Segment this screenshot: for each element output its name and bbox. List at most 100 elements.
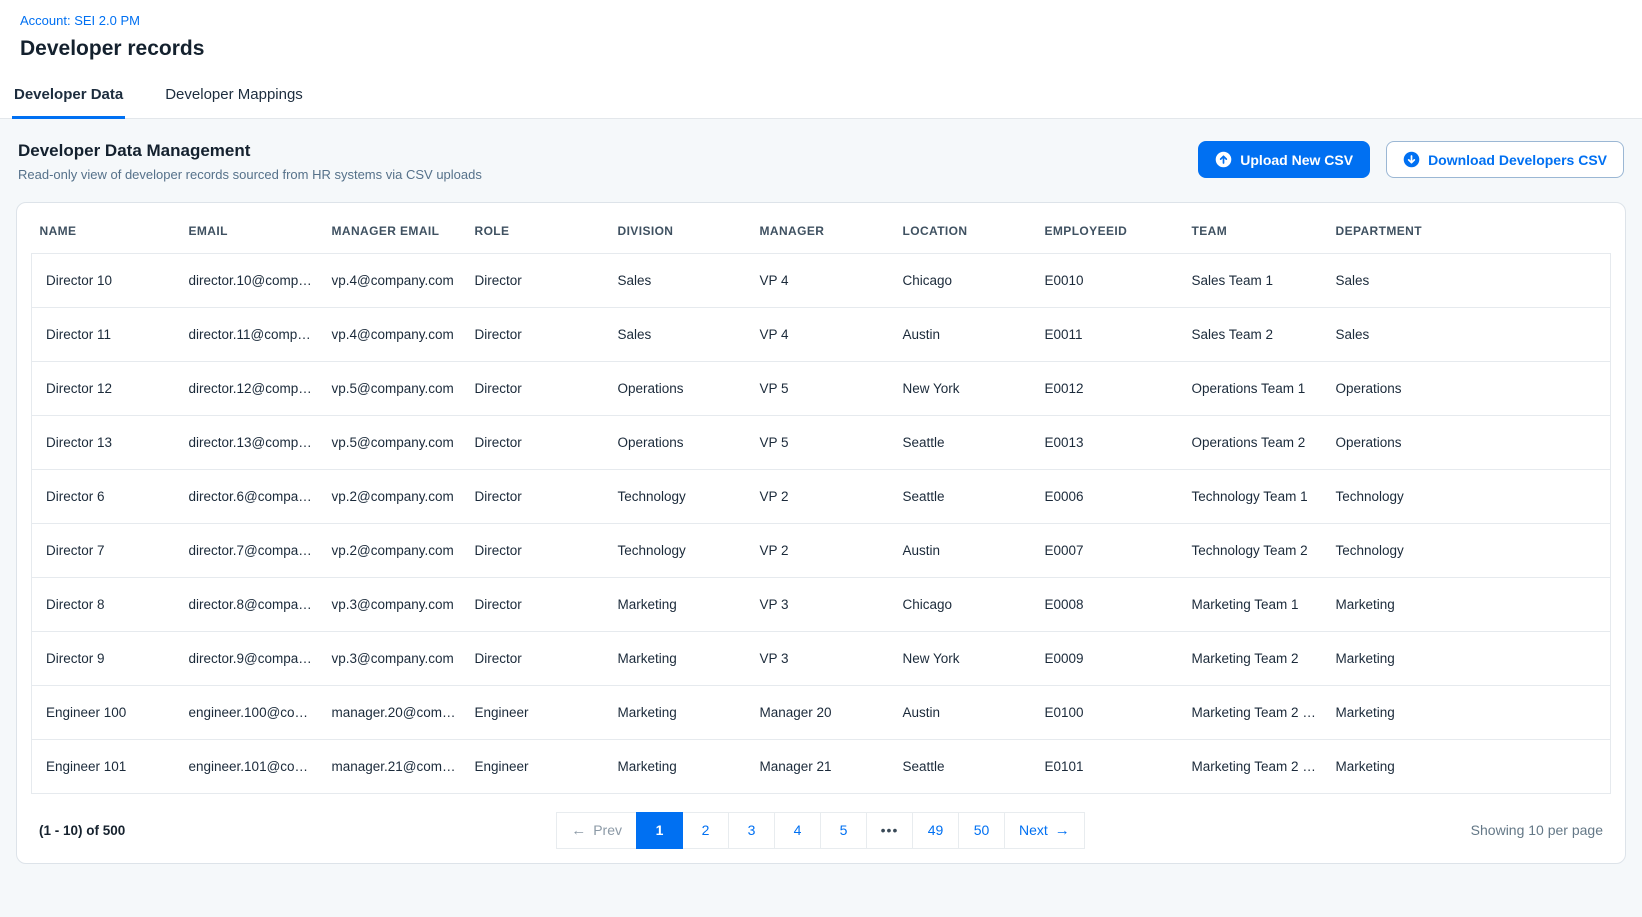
table-row: Director 11director.11@compan...vp.4@com… <box>32 307 1611 361</box>
table-cell: E0007 <box>1037 523 1184 577</box>
table-cell: Operations Team 1 <box>1184 361 1328 415</box>
table-cell: vp.2@company.com <box>324 523 467 577</box>
table-head: NAMEEMAILMANAGER EMAILROLEDIVISIONMANAGE… <box>32 209 1611 253</box>
panel-actions: Upload New CSV Download Developers CSV <box>1198 141 1624 178</box>
developer-table: NAMEEMAILMANAGER EMAILROLEDIVISIONMANAGE… <box>31 209 1611 794</box>
column-header-location: LOCATION <box>895 209 1037 253</box>
table-cell: Technology Team 2 <box>1184 523 1328 577</box>
table-cell: VP 3 <box>752 631 895 685</box>
per-page-label: Showing 10 per page <box>1085 822 1603 838</box>
table-cell: Engineer 101 <box>32 739 181 793</box>
page-button-1[interactable]: 1 <box>636 812 683 849</box>
account-breadcrumb-link[interactable]: Account: SEI 2.0 PM <box>20 13 140 28</box>
table-cell: director.7@company.... <box>181 523 324 577</box>
developer-records-page: Account: SEI 2.0 PM Developer records De… <box>0 0 1642 917</box>
table-cell: Director 9 <box>32 631 181 685</box>
table-cell: Operations <box>1328 415 1611 469</box>
table-row: Director 8director.8@company....vp.3@com… <box>32 577 1611 631</box>
panel-header-text: Developer Data Management Read-only view… <box>18 141 482 182</box>
tab-bar: Developer Data Developer Mappings <box>0 71 1642 119</box>
table-cell: director.13@compan... <box>181 415 324 469</box>
page-button-2[interactable]: 2 <box>682 812 729 849</box>
table-cell: Marketing <box>1328 577 1611 631</box>
table-cell: Seattle <box>895 739 1037 793</box>
tab-developer-mappings[interactable]: Developer Mappings <box>163 71 305 119</box>
page-button-5[interactable]: 5 <box>820 812 867 849</box>
table-row: Director 12director.12@compan...vp.5@com… <box>32 361 1611 415</box>
page-header: Account: SEI 2.0 PM Developer records <box>0 0 1642 71</box>
table-cell: vp.5@company.com <box>324 361 467 415</box>
table-cell: director.10@compan... <box>181 253 324 307</box>
table-cell: Director 12 <box>32 361 181 415</box>
table-cell: Marketing <box>610 685 752 739</box>
table-row: Director 7director.7@company....vp.2@com… <box>32 523 1611 577</box>
page-title: Developer records <box>20 37 1622 61</box>
table-row: Director 6director.6@company....vp.2@com… <box>32 469 1611 523</box>
arrow-right-icon: → <box>1055 823 1070 838</box>
table-cell: vp.5@company.com <box>324 415 467 469</box>
table-cell: E0008 <box>1037 577 1184 631</box>
pagination-pages: 12345•••4950 <box>637 812 1005 849</box>
table-cell: Marketing <box>610 577 752 631</box>
table-cell: vp.4@company.com <box>324 307 467 361</box>
next-button-label: Next <box>1019 822 1048 838</box>
prev-page-button[interactable]: ← Prev <box>556 812 637 849</box>
column-header-role: ROLE <box>467 209 610 253</box>
table-cell: VP 2 <box>752 469 895 523</box>
tab-developer-data[interactable]: Developer Data <box>12 71 125 119</box>
table-cell: New York <box>895 631 1037 685</box>
table-cell: Director <box>467 253 610 307</box>
table-cell: Director 8 <box>32 577 181 631</box>
table-row: Engineer 101engineer.101@comp...manager.… <box>32 739 1611 793</box>
table-cell: Sales Team 1 <box>1184 253 1328 307</box>
page-button-4[interactable]: 4 <box>774 812 821 849</box>
table-cell: Operations <box>610 361 752 415</box>
table-cell: Sales <box>1328 253 1611 307</box>
table-cell: E0006 <box>1037 469 1184 523</box>
table-cell: vp.3@company.com <box>324 577 467 631</box>
table-cell: Austin <box>895 685 1037 739</box>
table-cell: director.11@compan... <box>181 307 324 361</box>
table-cell: E0012 <box>1037 361 1184 415</box>
column-header-team: TEAM <box>1184 209 1328 253</box>
table-cell: Manager 21 <box>752 739 895 793</box>
table-cell: director.6@company.... <box>181 469 324 523</box>
pagination-bar: (1 - 10) of 500 ← Prev 12345•••4950 Next… <box>31 812 1611 849</box>
column-header-division: DIVISION <box>610 209 752 253</box>
table-cell: director.9@company.... <box>181 631 324 685</box>
table-cell: Marketing <box>1328 631 1611 685</box>
table-cell: Technology <box>610 469 752 523</box>
table-row: Director 10director.10@compan...vp.4@com… <box>32 253 1611 307</box>
table-cell: Engineer 100 <box>32 685 181 739</box>
developer-table-card: NAMEEMAILMANAGER EMAILROLEDIVISIONMANAGE… <box>16 202 1626 864</box>
table-cell: manager.20@compa... <box>324 685 467 739</box>
table-cell: Seattle <box>895 415 1037 469</box>
table-cell: Manager 20 <box>752 685 895 739</box>
page-button-49[interactable]: 49 <box>912 812 959 849</box>
table-cell: Director <box>467 469 610 523</box>
table-cell: Engineer <box>467 685 610 739</box>
table-cell: Marketing <box>610 739 752 793</box>
table-cell: engineer.100@comp... <box>181 685 324 739</box>
panel-title: Developer Data Management <box>18 141 482 161</box>
table-cell: Marketing Team 1 <box>1184 577 1328 631</box>
table-cell: VP 3 <box>752 577 895 631</box>
table-cell: Director 11 <box>32 307 181 361</box>
table-body: Director 10director.10@compan...vp.4@com… <box>32 253 1611 793</box>
next-page-button[interactable]: Next → <box>1004 812 1085 849</box>
column-header-manager: MANAGER <box>752 209 895 253</box>
table-cell: Chicago <box>895 577 1037 631</box>
panel-subtitle: Read-only view of developer records sour… <box>18 167 482 182</box>
table-cell: Director <box>467 631 610 685</box>
arrow-left-icon: ← <box>571 823 586 838</box>
download-developers-csv-button[interactable]: Download Developers CSV <box>1386 141 1624 178</box>
page-button-3[interactable]: 3 <box>728 812 775 849</box>
table-cell: Director 13 <box>32 415 181 469</box>
page-button-50[interactable]: 50 <box>958 812 1005 849</box>
pagination-controls: ← Prev 12345•••4950 Next → <box>557 812 1085 849</box>
download-button-label: Download Developers CSV <box>1428 152 1607 168</box>
upload-new-csv-button[interactable]: Upload New CSV <box>1198 141 1370 178</box>
table-cell: Technology <box>1328 469 1611 523</box>
table-row: Director 13director.13@compan...vp.5@com… <box>32 415 1611 469</box>
table-cell: Austin <box>895 523 1037 577</box>
